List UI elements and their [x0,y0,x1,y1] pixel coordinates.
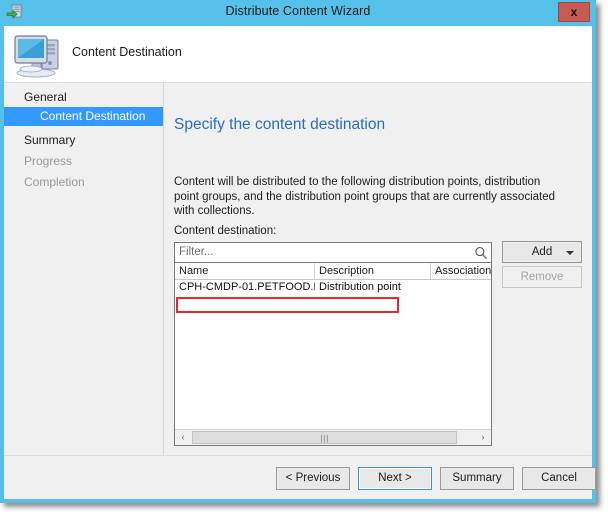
annotation-highlight-box [176,297,399,313]
sidebar-item-general[interactable]: General [4,88,163,107]
screenshot-root: Distribute Content Wizard x Content Dest… [0,0,608,515]
search-input[interactable] [179,246,465,258]
filter-box[interactable] [174,242,492,263]
sidebar-item-content-destination[interactable]: Content Destination [4,107,163,126]
content-heading: Specify the content destination [174,116,386,133]
sidebar-item-label: Progress [24,154,73,168]
client-area: Content Destination General Content Dest… [4,26,596,499]
cell-description: Distribution point [319,281,401,293]
column-header-description[interactable]: Description [315,263,431,280]
column-header-name[interactable]: Name [175,263,315,280]
sidebar-item-label: General [24,90,67,104]
add-button[interactable]: Add [502,241,582,263]
table-row[interactable]: CPH-CMDP-01.PETFOOD.LOCAL Distribution p… [175,280,491,295]
add-button-label: Add [531,246,553,258]
previous-button[interactable]: < Previous [276,467,350,490]
sidebar-item-label: Content Destination [40,109,146,123]
wizard-window: Distribute Content Wizard x Content Dest… [0,0,596,503]
title-bar: Distribute Content Wizard x [0,0,596,26]
table-body: CPH-CMDP-01.PETFOOD.LOCAL Distribution p… [175,280,491,428]
sidebar-item-completion: Completion [4,173,163,192]
page-header-band: Content Destination [4,26,592,83]
cell-associations [431,280,491,295]
next-button[interactable]: Next > [358,467,432,490]
sidebar-item-summary[interactable]: Summary [4,131,163,150]
sidebar-item-progress: Progress [4,152,163,171]
chevron-down-icon[interactable] [566,251,574,255]
wizard-steps-sidebar: General Content Destination Summary Prog… [4,83,164,499]
column-header-associations[interactable]: Associations [431,263,491,280]
main-content-panel: Specify the content destination Content … [164,83,592,499]
sidebar-item-label: Summary [24,133,76,147]
computer-icon [14,35,59,78]
table-header-row: Name Description Associations [175,263,491,280]
close-icon[interactable]: x [558,2,590,22]
scroll-left-icon[interactable]: ‹ [175,430,191,445]
cancel-button[interactable]: Cancel [522,467,596,490]
sidebar-item-label: Completion [24,175,85,189]
remove-button: Remove [502,266,582,288]
scroll-right-icon[interactable]: › [475,430,491,445]
cell-name: CPH-CMDP-01.PETFOOD.LOCAL [179,281,315,293]
footer-button-bar: < Previous Next > Summary Cancel [4,455,596,499]
content-description: Content will be distributed to the follo… [174,176,556,217]
content-destination-label: Content destination: [174,225,277,237]
scrollbar-grip-icon: ||| [320,434,330,443]
search-icon[interactable] [474,246,488,260]
window-title: Distribute Content Wizard [225,4,371,18]
page-title: Content Destination [72,45,182,59]
horizontal-scrollbar[interactable]: ‹ ||| › [175,429,491,445]
content-destination-list[interactable]: Name Description Associations CPH-CMDP-0… [174,263,492,446]
summary-button[interactable]: Summary [440,467,514,490]
scrollbar-thumb[interactable]: ||| [192,431,457,444]
